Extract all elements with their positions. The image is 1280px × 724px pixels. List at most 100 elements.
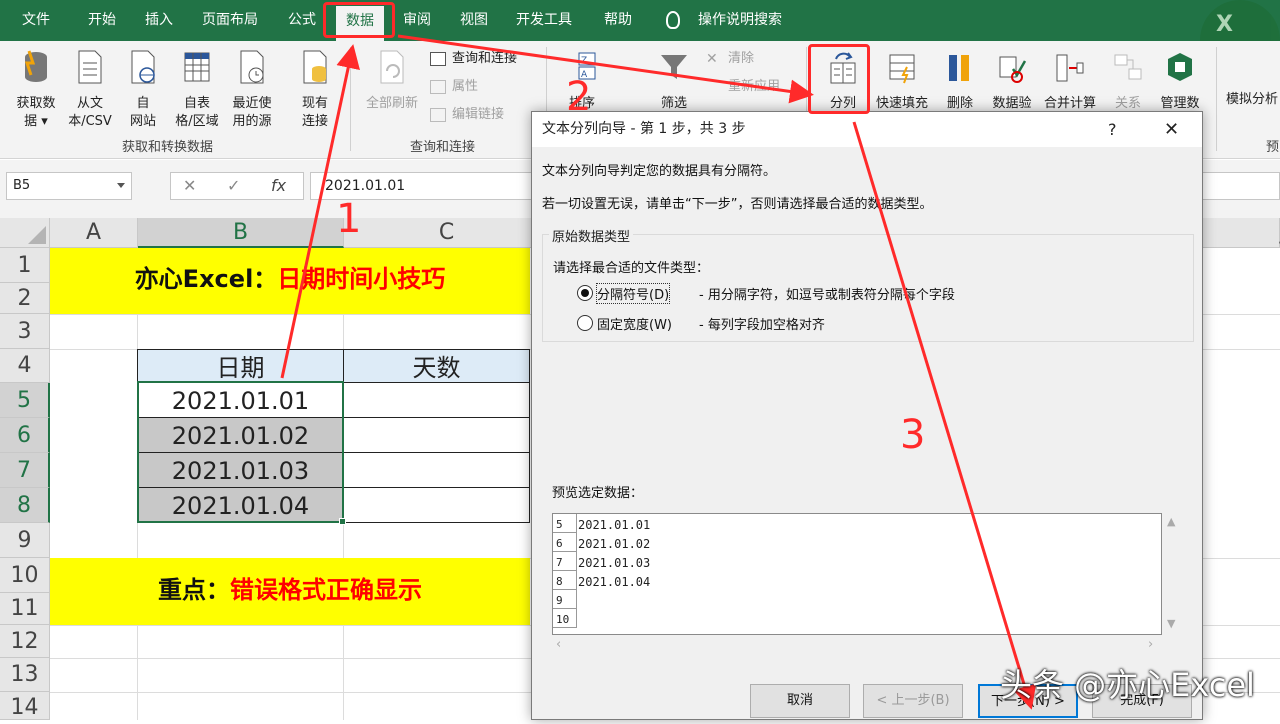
- step-1-number: 1: [336, 196, 362, 242]
- menu-insert[interactable]: 插入: [145, 0, 173, 41]
- row-header-6[interactable]: 6: [0, 418, 50, 453]
- menu-home[interactable]: 开始: [88, 0, 116, 41]
- chevron-down-icon[interactable]: [117, 183, 125, 188]
- days-cell[interactable]: [344, 418, 530, 453]
- manage-data-model-button[interactable]: 管理数: [1152, 49, 1208, 113]
- help-button[interactable]: ?: [1108, 112, 1117, 147]
- row-header-7[interactable]: 7: [0, 453, 50, 488]
- check-icon[interactable]: ✓: [227, 173, 240, 199]
- preview-row-number: 6: [553, 533, 577, 552]
- filter-icon: [661, 55, 687, 79]
- preview-pane[interactable]: 5 2021.01.01 6 2021.01.02 7 2021.01.03 8…: [552, 513, 1162, 635]
- menu-review[interactable]: 审阅: [403, 0, 431, 41]
- what-if-analysis-button[interactable]: 模拟分析: [1226, 91, 1280, 109]
- reapply-button[interactable]: 重新应用: [706, 77, 780, 97]
- text-file-icon: [78, 50, 102, 84]
- fixed-width-label[interactable]: 固定宽度(W): [597, 314, 672, 333]
- scroll-right-icon[interactable]: ›: [1148, 637, 1153, 652]
- relationships-button[interactable]: 关系: [1104, 49, 1152, 113]
- row-header-14[interactable]: 14: [0, 692, 50, 720]
- filter-button[interactable]: 筛选: [654, 49, 694, 113]
- preview-horizontal-scrollbar[interactable]: ‹ ›: [552, 635, 1162, 657]
- days-cell[interactable]: [344, 453, 530, 488]
- data-type-group: 原始数据类型 请选择最合适的文件类型： 分隔符号(D) - 用分隔字符，如逗号或…: [542, 226, 1194, 342]
- web-icon: [131, 50, 155, 84]
- delimited-label[interactable]: 分隔符号(D): [595, 283, 671, 304]
- queries-connections-label: 查询和连接: [452, 51, 518, 66]
- tell-me-search[interactable]: 操作说明搜索: [698, 0, 782, 41]
- back-button[interactable]: < 上一步(B): [863, 684, 963, 718]
- name-box[interactable]: B5: [6, 172, 132, 200]
- insert-function-icon[interactable]: fx: [271, 173, 286, 199]
- menu-formulas[interactable]: 公式: [288, 0, 316, 41]
- consolidate-button[interactable]: 合并计算: [1038, 49, 1102, 113]
- reapply-icon: [706, 80, 722, 94]
- from-web-label: 自 网站: [129, 96, 156, 129]
- cancel-icon[interactable]: ✕: [183, 173, 196, 199]
- close-button[interactable]: ✕: [1164, 112, 1179, 147]
- row-header-11[interactable]: 11: [0, 593, 50, 625]
- delimited-desc: - 用分隔字符，如逗号或制表符分隔每个字段: [699, 288, 955, 303]
- row-header-8[interactable]: 8: [0, 488, 50, 523]
- column-header-c[interactable]: C: [344, 218, 550, 248]
- connections-icon: [303, 50, 327, 84]
- note-prefix: 重点：: [158, 576, 230, 604]
- clear-button[interactable]: ✕ 清除: [706, 49, 754, 69]
- formula-buttons: ✕ ✓ fx: [170, 172, 304, 200]
- column-header-b[interactable]: B: [138, 218, 344, 248]
- row-header-4[interactable]: 4: [0, 349, 50, 383]
- refresh-all-button[interactable]: 全部刷新: [358, 49, 426, 113]
- existing-connections-button[interactable]: 现有 连接: [290, 49, 340, 131]
- fill-handle[interactable]: [339, 518, 346, 525]
- remove-duplicates-button[interactable]: 删除: [936, 49, 984, 113]
- data-validation-button[interactable]: 数据验: [986, 49, 1038, 113]
- menu-page-layout[interactable]: 页面布局: [202, 0, 258, 41]
- refresh-all-label: 全部刷新: [365, 96, 418, 111]
- row-header-2[interactable]: 2: [0, 283, 50, 314]
- days-cell[interactable]: [344, 488, 530, 523]
- from-web-button[interactable]: 自 网站: [118, 49, 168, 131]
- recent-sources-button[interactable]: 最近使 用的源: [224, 49, 280, 131]
- header-date[interactable]: 日期: [137, 349, 344, 383]
- text-to-columns-dialog: 文本分列向导 - 第 1 步，共 3 步 ? ✕ 文本分列向导判定您的数据具有分…: [531, 111, 1203, 720]
- scroll-left-icon[interactable]: ‹: [556, 637, 561, 652]
- from-csv-button[interactable]: 从文 本/CSV: [62, 49, 118, 131]
- row-header-1[interactable]: 1: [0, 248, 50, 283]
- row-header-12[interactable]: 12: [0, 625, 50, 658]
- row-header-3[interactable]: 3: [0, 314, 50, 349]
- menu-view[interactable]: 视图: [460, 0, 488, 41]
- menu-help[interactable]: 帮助: [604, 0, 632, 41]
- column-header-j[interactable]: J: [1202, 218, 1280, 248]
- flash-fill-button[interactable]: 快速填充: [870, 49, 934, 113]
- menu-file[interactable]: 文件: [22, 0, 50, 41]
- fixed-width-desc: - 每列字段加空格对齐: [699, 318, 825, 333]
- fixed-width-radio[interactable]: [577, 315, 593, 331]
- days-cell[interactable]: [344, 383, 530, 418]
- header-days[interactable]: 天数: [344, 349, 530, 383]
- row-header-9[interactable]: 9: [0, 523, 50, 558]
- preview-vertical-scrollbar[interactable]: ▲ ▼: [1162, 513, 1182, 635]
- clock-file-icon: [240, 50, 264, 84]
- scroll-up-icon[interactable]: ▲: [1167, 515, 1175, 528]
- lightbulb-icon: [666, 11, 680, 29]
- properties-button[interactable]: 属性: [430, 77, 478, 97]
- from-table-button[interactable]: 自表 格/区域: [168, 49, 226, 131]
- dialog-instruction-line: 若一切设置无误，请单击“下一步”，否则请选择最合适的数据类型。: [542, 197, 933, 212]
- get-data-button[interactable]: 获取数 据 ▾: [8, 49, 64, 131]
- properties-icon: [430, 80, 446, 94]
- delimited-radio[interactable]: [577, 285, 593, 301]
- scroll-down-icon[interactable]: ▼: [1167, 617, 1175, 630]
- validation-icon: [999, 56, 1027, 83]
- existing-connections-label: 现有 连接: [301, 96, 328, 129]
- column-header-a[interactable]: A: [50, 218, 138, 248]
- select-all-corner[interactable]: [0, 218, 50, 248]
- row-header-13[interactable]: 13: [0, 658, 50, 692]
- queries-connections-button[interactable]: 查询和连接: [430, 49, 517, 69]
- row-header-5[interactable]: 5: [0, 383, 50, 418]
- cancel-button[interactable]: 取消: [750, 684, 850, 718]
- row-header-10[interactable]: 10: [0, 558, 50, 593]
- preview-label: 预览选定数据：: [552, 486, 644, 501]
- name-box-value: B5: [13, 178, 31, 193]
- edit-links-button[interactable]: 编辑链接: [430, 105, 504, 125]
- menu-developer[interactable]: 开发工具: [516, 0, 572, 41]
